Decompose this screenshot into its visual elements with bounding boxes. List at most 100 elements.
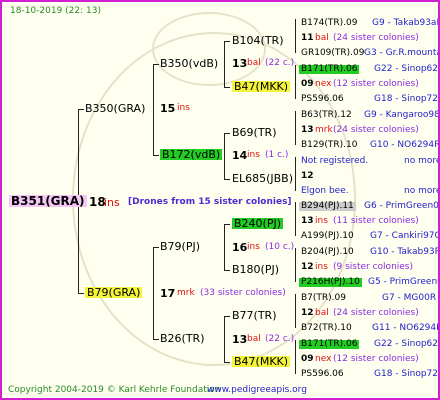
connector bbox=[224, 224, 225, 270]
ppp-paren: (24 sister colonies) bbox=[333, 33, 419, 43]
pmm-father[interactable]: Not registered. bbox=[301, 157, 368, 166]
mpm-paren: (9 sister colonies) bbox=[333, 262, 414, 272]
pp-inst-word: bal bbox=[247, 58, 261, 68]
pmp-paren: (24 sister colonies) bbox=[333, 125, 419, 135]
ppm-queen[interactable]: B47(MKK) bbox=[232, 81, 291, 92]
connector bbox=[78, 293, 84, 294]
pmm-mother[interactable]: Elgon bee. bbox=[301, 187, 349, 196]
pm-queen[interactable]: B172(vdB) bbox=[160, 149, 223, 160]
ppp-queen[interactable]: B104(TR) bbox=[232, 35, 284, 46]
pp-paren: (22 c.) bbox=[265, 58, 295, 68]
mpm-inst-number: 12 bbox=[301, 262, 314, 272]
pmm-inst-number: 12 bbox=[301, 171, 314, 181]
ppm-mother[interactable]: PS596.06 bbox=[301, 95, 344, 104]
footer-copyright: Copyright 2004-2019 © Karl Kehrle Founda… bbox=[8, 385, 221, 395]
mmm-father-colony: G22 - Sinop62R bbox=[374, 339, 440, 349]
pm-inst-number: 14 bbox=[232, 149, 248, 162]
mp-queen[interactable]: B79(PJ) bbox=[160, 241, 200, 252]
pmp-inst-number: 13 bbox=[301, 125, 314, 135]
connector bbox=[295, 157, 296, 191]
pmp-mother[interactable]: B129(TR).10 bbox=[301, 141, 357, 150]
ppp-inst-word: bal bbox=[315, 33, 329, 43]
connector bbox=[295, 19, 296, 53]
connector bbox=[224, 133, 225, 179]
pm-paren: (1 c.) bbox=[265, 150, 289, 160]
mpm-father-colony: G10 - Takab93R bbox=[370, 247, 440, 257]
connector bbox=[224, 41, 225, 87]
pmp-inst-word: mrk bbox=[315, 125, 333, 135]
mmm-father[interactable]: B171(TR).06 bbox=[299, 340, 360, 349]
ppp-father-colony: G9 - Takab93aR bbox=[372, 18, 440, 28]
pedigree-chart: 18-10-2019 (22: 13) B351(GRA) 18 ins [Dr… bbox=[0, 0, 440, 400]
connector bbox=[224, 41, 230, 42]
mm-queen[interactable]: B26(TR) bbox=[160, 333, 205, 344]
connector bbox=[295, 340, 296, 374]
ppm-inst-number: 09 bbox=[301, 79, 314, 89]
connector bbox=[224, 179, 230, 180]
pmp-queen[interactable]: B69(TR) bbox=[232, 127, 277, 138]
mpp-mother[interactable]: A199(PJ).10 bbox=[301, 232, 354, 241]
connector bbox=[153, 247, 159, 248]
mother-queen[interactable]: B79(GRA) bbox=[85, 287, 143, 298]
connector bbox=[224, 133, 230, 134]
father-inst-number: 15 bbox=[160, 102, 176, 115]
mpm-father[interactable]: B204(PJ).10 bbox=[301, 248, 354, 257]
mpm-mother[interactable]: P216H(PJ).10 bbox=[299, 278, 362, 287]
mmm-inst-word: nex bbox=[315, 354, 332, 364]
connector bbox=[295, 294, 296, 328]
pmm-queen[interactable]: EL685(JBB) bbox=[232, 173, 293, 184]
ppm-father[interactable]: B171(TR).06 bbox=[299, 65, 360, 74]
ppm-inst-word: nex bbox=[315, 79, 332, 89]
mpp-queen[interactable]: B240(PJ) bbox=[232, 218, 284, 229]
mmm-mother-colony: G18 - Sinop72R bbox=[374, 369, 440, 379]
mmp-father[interactable]: B7(TR).09 bbox=[301, 294, 346, 303]
mp-inst-word: ins bbox=[247, 242, 260, 252]
mpp-paren: (11 sister colonies) bbox=[333, 216, 419, 226]
connector bbox=[295, 248, 296, 282]
mpp-father-colony: G6 - PrimGreen00 bbox=[364, 201, 440, 211]
connector bbox=[153, 339, 159, 340]
mpm-inst-word: ins bbox=[315, 262, 328, 272]
mpp-father[interactable]: B294(PJ).11 bbox=[299, 202, 356, 211]
mmm-inst-number: 09 bbox=[301, 354, 314, 364]
mmp-paren: (24 sister colonies) bbox=[333, 308, 419, 318]
father-queen[interactable]: B350(GRA) bbox=[85, 103, 145, 114]
mmm-queen[interactable]: B47(MKK) bbox=[232, 356, 291, 367]
pm-inst-word: ins bbox=[247, 150, 260, 160]
ppm-father-colony: G22 - Sinop62R bbox=[374, 64, 440, 74]
header-date: 18-10-2019 (22: 13) bbox=[10, 6, 101, 16]
connector bbox=[295, 111, 296, 145]
ppm-mother-colony: G18 - Sinop72R bbox=[374, 94, 440, 104]
mother-inst-number: 17 bbox=[160, 287, 176, 300]
connector bbox=[224, 87, 230, 88]
watermark-bee-head bbox=[152, 12, 266, 86]
connector bbox=[153, 64, 159, 65]
mpp-inst-number: 13 bbox=[301, 216, 314, 226]
connector bbox=[78, 109, 84, 110]
connector bbox=[224, 224, 230, 225]
pmp-mother-colony: G10 - NO6294R bbox=[370, 140, 440, 150]
mmm-paren: (12 sister colonies) bbox=[333, 354, 419, 364]
pp-queen[interactable]: B350(vdB) bbox=[160, 58, 218, 69]
mmp-mother-colony: G11 - NO6294R bbox=[372, 323, 440, 333]
mmp-queen[interactable]: B77(TR) bbox=[232, 310, 277, 321]
pmm-father-colony: no more bbox=[404, 156, 440, 166]
mother-inst-word: mrk bbox=[177, 288, 195, 298]
connector bbox=[153, 155, 159, 156]
footer-url[interactable]: www.pedigreeapis.org bbox=[207, 386, 307, 395]
connector bbox=[295, 202, 296, 236]
ppp-father[interactable]: B174(TR).09 bbox=[301, 19, 357, 28]
connector bbox=[224, 316, 230, 317]
mm-inst-number: 13 bbox=[232, 333, 248, 346]
mmm-mother[interactable]: PS596.06 bbox=[301, 370, 344, 379]
mpm-mother-colony: G5 - PrimGreen00 bbox=[368, 277, 438, 287]
mpm-queen[interactable]: B180(PJ) bbox=[232, 264, 279, 275]
connector bbox=[295, 65, 296, 99]
ppp-mother[interactable]: GR109(TR).09 bbox=[301, 49, 365, 58]
pmp-father[interactable]: B63(TR).12 bbox=[301, 111, 352, 120]
mmp-father-colony: G7 - MG00R bbox=[382, 293, 437, 303]
pp-inst-number: 13 bbox=[232, 57, 248, 70]
root-queen[interactable]: B351(GRA) bbox=[9, 195, 87, 207]
mmp-mother[interactable]: B72(TR).10 bbox=[301, 324, 352, 333]
mpp-mother-colony: G7 - Cankiri97Q bbox=[370, 231, 440, 241]
